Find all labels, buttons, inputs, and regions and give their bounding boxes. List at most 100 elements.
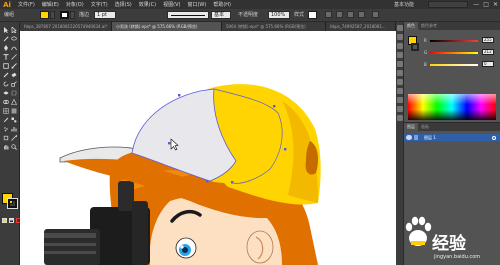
isolate-icon[interactable] [358,11,365,18]
maximize-button[interactable]: □ [483,1,489,8]
tab-document-2[interactable]: 小男孩 (转换).eps* @ 575.66% (RGB/预览) [112,22,222,31]
red-slider-track[interactable] [430,40,478,42]
menu-edit[interactable]: 编辑(E) [42,1,59,8]
hand-tool-icon[interactable] [2,143,9,150]
transparency-panel-icon[interactable] [397,79,403,85]
curvature-tool-icon[interactable] [10,44,17,51]
minimize-button[interactable]: — [473,1,479,8]
stroke-profile-dropdown[interactable] [167,11,209,19]
search-input[interactable] [428,1,468,8]
gradient-panel-icon[interactable] [397,70,403,76]
line-tool-icon[interactable] [10,53,17,60]
tools-panel [0,22,21,265]
color-mode-icon[interactable] [2,218,7,223]
brushes-panel-icon[interactable] [397,43,403,49]
menu-window[interactable]: 窗口(W) [187,1,206,8]
menu-file[interactable]: 文件(F) [18,1,35,8]
tab-document-1[interactable]: hbps_387807 2018081520574940634.ai* [20,22,112,31]
menu-view[interactable]: 视图(V) [163,1,180,8]
stroke-weight-field[interactable]: 1 pt [94,11,116,19]
symbols-panel-icon[interactable] [397,52,403,58]
slice-tool-icon[interactable] [10,134,17,141]
blue-value-field[interactable]: 0 [482,61,494,67]
zoom-tool-icon[interactable] [10,143,17,150]
tab-layers[interactable]: 图层 [404,123,418,131]
rotate-tool-icon[interactable] [2,80,9,87]
tab-color[interactable]: 颜色 [404,22,418,30]
tab-label: 5064 (转换).eps* @ 575.66% (RGB/预览) [226,24,306,29]
color-panel-stroke-swatch[interactable] [411,43,419,51]
selection-tool-icon[interactable] [2,26,9,33]
fill-dropdown[interactable] [50,11,55,19]
pen-tool-icon[interactable] [2,44,9,51]
free-transform-tool-icon[interactable] [10,89,17,96]
layer-row[interactable]: 图层 1 [404,134,500,141]
tab-color-guide[interactable]: 颜色参考 [418,22,440,30]
graphic-styles-panel-icon[interactable] [397,97,403,103]
tool-grid [2,26,18,150]
magic-wand-tool-icon[interactable] [2,35,9,42]
target-circle-icon[interactable] [492,135,496,140]
camera-lens-ring-3 [44,251,96,254]
app-logo: Ai [3,0,11,9]
brush-style-dropdown[interactable]: 基本 [211,11,231,19]
pencil-tool-icon[interactable] [2,71,9,78]
transform-icon[interactable] [347,11,354,18]
scale-tool-icon[interactable] [10,80,17,87]
graphic-style-swatch[interactable] [308,11,317,19]
artboard-tool-icon[interactable] [2,134,9,141]
visibility-eye-icon[interactable] [406,135,412,140]
perspective-grid-tool-icon[interactable] [10,98,17,105]
eraser-tool-icon[interactable] [10,71,17,78]
stroke-swatch[interactable] [7,198,18,209]
stroke-dropdown[interactable] [70,11,75,19]
menu-options-icon[interactable] [372,11,379,18]
blue-slider-track[interactable] [430,64,478,66]
appearance-panel-icon[interactable] [397,88,403,94]
workspace-switcher[interactable]: 基本功能 [394,1,414,8]
symbol-sprayer-tool-icon[interactable] [2,125,9,132]
tab-document-3[interactable]: 5064 (转换).eps* @ 575.66% (RGB/预览) [222,22,326,31]
gradient-tool-icon[interactable] [10,107,17,114]
red-value-field[interactable]: 255 [482,37,494,43]
green-value-field[interactable]: 212 [482,49,494,55]
blend-tool-icon[interactable] [10,116,17,123]
tab-document-4[interactable]: hbps_74992587_2018081... [326,22,396,31]
menu-effect[interactable]: 效果(C) [139,1,156,8]
menu-help[interactable]: 帮助(H) [213,1,231,8]
close-button[interactable]: ✕ [493,1,498,8]
menu-object[interactable]: 对象(O) [66,1,84,8]
tab-artboards[interactable]: 画板 [418,123,432,131]
align-icon[interactable] [336,11,343,18]
camera-lens-ring [44,233,96,238]
swatches-panel-icon[interactable] [397,34,403,40]
rectangle-tool-icon[interactable] [2,62,9,69]
artboards-panel-icon[interactable] [397,115,403,121]
gradient-mode-icon[interactable] [9,218,14,223]
menubar: Ai 文件(F) 编辑(E) 对象(O) 文字(T) 选择(S) 效果(C) 视… [0,0,500,9]
paintbrush-tool-icon[interactable] [10,62,17,69]
green-slider-track[interactable] [430,52,478,54]
lasso-tool-icon[interactable] [10,35,17,42]
type-tool-icon[interactable] [2,53,9,60]
column-graph-tool-icon[interactable] [10,125,17,132]
stroke-panel-icon[interactable] [397,61,403,67]
stroke-color-swatch[interactable] [60,11,69,19]
tab-label: hbps_387807 2018081520574940634.ai* [24,24,108,29]
eyedropper-tool-icon[interactable] [2,116,9,123]
layers-panel-icon[interactable] [397,106,403,112]
color-panel-icon[interactable] [397,25,403,31]
shape-builder-tool-icon[interactable] [2,98,9,105]
fill-color-swatch[interactable] [40,11,49,19]
direct-selection-tool-icon[interactable] [10,26,17,33]
color-spectrum-bar[interactable] [408,94,496,120]
menu-select[interactable]: 选择(S) [115,1,132,8]
mesh-tool-icon[interactable] [2,107,9,114]
color-panel-tabs: 颜色 颜色参考 [404,22,500,30]
recolor-icon[interactable] [325,11,332,18]
artboard-canvas[interactable] [20,31,396,265]
menu-type[interactable]: 文字(T) [91,1,108,8]
opacity-field[interactable]: 100% [268,11,290,19]
width-tool-icon[interactable] [2,89,9,96]
fill-stroke-indicator[interactable] [2,193,18,209]
